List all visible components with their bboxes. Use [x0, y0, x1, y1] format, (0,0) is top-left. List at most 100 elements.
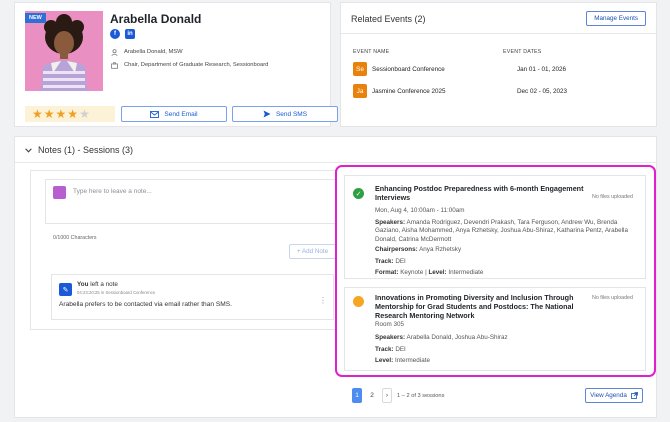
person-photo	[25, 11, 103, 91]
note-author: You	[77, 281, 89, 288]
speakers-label: Speakers:	[375, 219, 406, 226]
pending-status-icon	[353, 296, 364, 307]
mail-icon	[150, 110, 160, 118]
manage-events-button[interactable]: Manage Events	[586, 11, 646, 26]
event-name: Sessionboard Conference	[372, 65, 445, 73]
note-meta: 04:23:20:25 in Sessionboard Conference	[77, 290, 155, 295]
star-icon[interactable]: ★	[44, 108, 55, 120]
divider	[15, 162, 656, 163]
track-label: Track:	[375, 346, 394, 353]
track-label: Track:	[375, 258, 394, 265]
session-time: Mon, Aug 4, 10:00am - 11:00am	[375, 207, 465, 214]
level-label: Level:	[428, 269, 447, 276]
session-title: Enhancing Postdoc Preparedness with 6-mo…	[375, 184, 583, 202]
event-dates-header: EVENT DATES	[503, 49, 542, 55]
track-text: DEI	[395, 258, 406, 265]
session-title-line: Innovations in Promoting Diversity and I…	[375, 293, 574, 302]
format-text: Keynote	[400, 269, 424, 276]
person-icon	[110, 48, 118, 56]
chevron-down-icon	[25, 147, 32, 153]
session-room: Room 305	[375, 321, 405, 328]
char-counter: 0/1000 Characters	[53, 235, 97, 241]
session-speakers: Speakers: Amanda Rodriguez, Devendri Pra…	[375, 219, 628, 244]
session-speakers: Speakers: Arabella Donald, Joshua Abu-Sh…	[375, 334, 508, 342]
send-sms-label: Send SMS	[275, 110, 308, 118]
note-text: Arabella prefers to be contacted via ema…	[59, 301, 232, 308]
files-status: No files uploaded	[592, 295, 633, 301]
session-title: Innovations in Promoting Diversity and I…	[375, 293, 573, 320]
speaker-name: Arabella Donald	[110, 12, 202, 26]
user-avatar	[53, 186, 66, 199]
speakers-text: Arabella Donald, Joshua Abu-Shiraz	[406, 334, 508, 341]
level-text: Intermediate	[448, 269, 484, 276]
speakers-text: Amanda Rodriguez, Devendri Prakash, Tara…	[406, 219, 618, 226]
note-entry: ✎ You left a note 04:23:20:25 in Session…	[51, 274, 334, 320]
star-icon[interactable]: ★	[56, 108, 67, 120]
note-action: left a note	[90, 281, 118, 288]
star-empty-icon[interactable]: ★	[79, 108, 90, 120]
note-input[interactable]: Type here to leave a note...	[45, 179, 340, 224]
notes-sessions-card: Notes (1) - Sessions (3) Type here to le…	[14, 136, 657, 418]
session-level: Level: Intermediate	[375, 357, 430, 365]
star-icon[interactable]: ★	[32, 108, 43, 120]
session-card[interactable]: ✓ Enhancing Postdoc Preparedness with 6-…	[344, 175, 646, 279]
view-agenda-label: View Agenda	[590, 392, 627, 399]
pagination: 1 2 › 1 – 2 of 3 sessions	[352, 388, 444, 403]
session-track: Track: DEI	[375, 346, 406, 354]
session-track: Track: DEI	[375, 258, 406, 266]
note-time: 04:23:20:25	[77, 290, 100, 295]
sessions-panel: ✓ Enhancing Postdoc Preparedness with 6-…	[335, 165, 656, 377]
role-line: Chair, Department of Graduate Research, …	[110, 61, 268, 69]
session-chairs: Chairpersons: Anya Rzhetsky	[375, 246, 461, 254]
level-label: Level:	[375, 357, 394, 364]
briefcase-icon	[110, 61, 118, 69]
add-note-button[interactable]: + Add Note	[289, 244, 336, 259]
social-links: f in	[110, 29, 135, 39]
separator: |	[425, 269, 427, 276]
view-agenda-button[interactable]: View Agenda	[585, 388, 643, 403]
megaphone-icon: ✎	[59, 283, 72, 296]
next-page-button[interactable]: ›	[382, 388, 392, 403]
notes-sessions-toggle[interactable]: Notes (1) - Sessions (3)	[25, 145, 133, 155]
role-text: Chair, Department of Graduate Research, …	[124, 62, 269, 68]
page-2-button[interactable]: 2	[367, 388, 377, 403]
notes-sessions-title: Notes (1) - Sessions (3)	[38, 145, 134, 155]
chairs-label: Chairpersons:	[375, 246, 418, 253]
note-author-line: You left a note	[77, 281, 118, 288]
related-events-card: Related Events (2) Manage Events EVENT N…	[340, 2, 657, 127]
event-row[interactable]: Se Sessionboard Conference Jan 01 - 01, …	[353, 61, 646, 77]
event-name-header: EVENT NAME	[353, 49, 390, 55]
speakers-text: Gaziano, Aisha Mohammed, Anya Rzhetsky, …	[375, 227, 628, 235]
chairs-text: Anya Rzhetsky	[419, 246, 462, 253]
speakers-label: Speakers:	[375, 334, 406, 341]
star-rating[interactable]: ★ ★ ★ ★ ★	[25, 106, 115, 122]
related-events-title: Related Events (2)	[351, 14, 426, 24]
page-1-button[interactable]: 1	[352, 388, 362, 403]
credential-text: Arabella Donald, MSW	[124, 49, 183, 55]
new-badge: NEW	[25, 13, 46, 23]
session-title-line: Enhancing Postdoc Preparedness with 6-mo…	[375, 184, 584, 193]
session-title-line: Interviews	[375, 193, 411, 202]
note-in: in	[100, 290, 105, 295]
session-card[interactable]: Innovations in Promoting Diversity and I…	[344, 287, 646, 371]
event-dates: Jan 01 - 01, 2026	[517, 65, 567, 73]
session-title-line: Mentorship for Grad Students and Postdoc…	[375, 302, 574, 311]
send-icon	[263, 110, 271, 118]
notes-panel: Type here to leave a note... 0/1000 Char…	[30, 170, 340, 330]
note-event: Sessionboard Conference	[105, 290, 156, 295]
send-email-label: Send Email	[164, 110, 198, 118]
linkedin-icon[interactable]: in	[125, 29, 135, 39]
event-row[interactable]: Ja Jasmine Conference 2025 Dec 02 - 05, …	[353, 83, 646, 99]
track-text: DEI	[395, 346, 406, 353]
star-icon[interactable]: ★	[67, 108, 78, 120]
level-text: Intermediate	[394, 357, 430, 364]
more-options-icon[interactable]: ⋮	[319, 296, 327, 305]
send-email-button[interactable]: Send Email	[121, 106, 227, 122]
facebook-icon[interactable]: f	[110, 29, 120, 39]
speakers-text: Donald, Catrina McDermott	[375, 235, 452, 243]
session-format: Format: Keynote | Level: Intermediate	[375, 269, 483, 277]
session-title-line: Research Mentoring Network	[375, 311, 475, 320]
event-dates: Dec 02 - 05, 2023	[517, 87, 568, 95]
send-sms-button[interactable]: Send SMS	[232, 106, 338, 122]
event-name: Jasmine Conference 2025	[372, 87, 446, 95]
